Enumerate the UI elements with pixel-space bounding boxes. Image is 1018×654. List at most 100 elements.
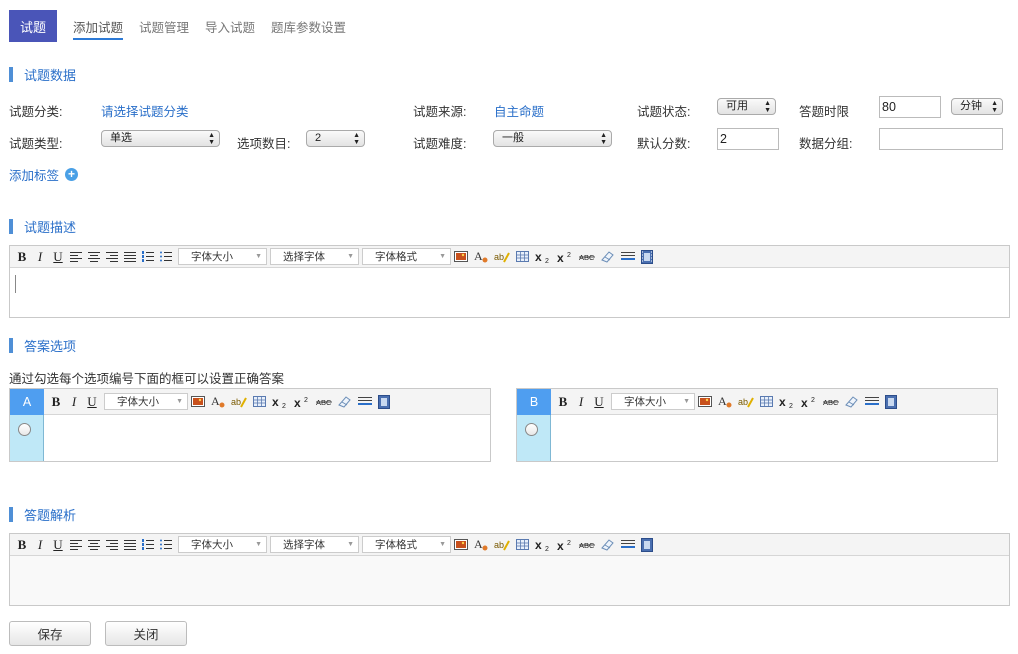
unordered-list-icon[interactable] xyxy=(160,537,172,553)
eraser-icon[interactable] xyxy=(845,394,859,410)
text-color-icon[interactable]: A xyxy=(474,537,488,553)
highlight-icon[interactable]: ab xyxy=(494,249,510,265)
save-button[interactable]: 保存 xyxy=(9,621,91,646)
align-justify-icon[interactable] xyxy=(124,537,136,553)
bold-button[interactable]: B xyxy=(16,249,28,265)
subscript-icon[interactable]: x2 xyxy=(779,394,795,410)
time-limit-input[interactable]: 80 xyxy=(879,96,941,118)
time-unit-select[interactable]: 分钟 ▲ ▼ xyxy=(951,98,1003,115)
insert-media-icon[interactable] xyxy=(641,537,653,553)
superscript-icon[interactable]: x2 xyxy=(557,249,573,265)
italic-button[interactable]: I xyxy=(34,249,46,265)
strikethrough-icon[interactable]: ABC xyxy=(579,537,595,553)
default-score-input[interactable]: 2 xyxy=(717,128,779,150)
eraser-icon[interactable] xyxy=(601,537,615,553)
insert-table-icon[interactable] xyxy=(253,394,266,410)
difficulty-select[interactable]: 一般 ▲ ▼ xyxy=(493,130,612,147)
unordered-list-icon[interactable] xyxy=(160,249,172,265)
subscript-icon[interactable]: x2 xyxy=(535,537,551,553)
nav-bank-settings[interactable]: 题库参数设置 xyxy=(271,17,346,36)
align-right-icon[interactable] xyxy=(106,249,118,265)
align-justify-icon[interactable] xyxy=(124,249,136,265)
insert-table-icon[interactable] xyxy=(516,537,529,553)
insert-table-icon[interactable] xyxy=(516,249,529,265)
horizontal-rule-icon[interactable] xyxy=(865,394,879,410)
data-group-input[interactable] xyxy=(879,128,1003,150)
type-select[interactable]: 单选 ▲ ▼ xyxy=(101,130,220,147)
eraser-icon[interactable] xyxy=(338,394,352,410)
svg-text:2: 2 xyxy=(304,397,308,404)
default-score-label: 默认分数: xyxy=(637,137,691,151)
option-b-text-area[interactable] xyxy=(551,415,997,461)
text-color-icon[interactable]: A xyxy=(718,394,732,410)
font-family-select[interactable]: 选择字体 ▼ xyxy=(270,536,359,553)
insert-image-icon[interactable] xyxy=(454,537,468,553)
superscript-icon[interactable]: x2 xyxy=(557,537,573,553)
horizontal-rule-icon[interactable] xyxy=(358,394,372,410)
option-b-toolbar: B I U 字体大小 ▼ A ab x2 x2 ABC xyxy=(551,389,997,415)
superscript-icon[interactable]: x2 xyxy=(801,394,817,410)
subscript-icon[interactable]: x2 xyxy=(272,394,288,410)
option-a-text-area[interactable] xyxy=(44,415,490,461)
insert-image-icon[interactable] xyxy=(191,394,205,410)
insert-media-icon[interactable] xyxy=(885,394,897,410)
align-right-icon[interactable] xyxy=(106,537,118,553)
highlight-icon[interactable]: ab xyxy=(738,394,754,410)
superscript-icon[interactable]: x2 xyxy=(294,394,310,410)
underline-button[interactable]: U xyxy=(52,537,64,553)
highlight-icon[interactable]: ab xyxy=(494,537,510,553)
italic-button[interactable]: I xyxy=(34,537,46,553)
status-select[interactable]: 可用 ▲ ▼ xyxy=(717,98,776,115)
ordered-list-icon[interactable] xyxy=(142,249,154,265)
insert-image-icon[interactable] xyxy=(698,394,712,410)
font-format-select[interactable]: 字体格式 ▼ xyxy=(362,536,451,553)
eraser-icon[interactable] xyxy=(601,249,615,265)
category-selector[interactable]: 请选择试题分类 xyxy=(101,101,189,120)
option-a-correct-radio[interactable] xyxy=(18,423,31,436)
nav-add-question[interactable]: 添加试题 xyxy=(73,17,124,40)
option-count-select[interactable]: 2 ▲ ▼ xyxy=(306,130,365,147)
underline-button[interactable]: U xyxy=(593,394,605,410)
italic-button[interactable]: I xyxy=(575,394,587,410)
font-size-select[interactable]: 字体大小 ▼ xyxy=(104,393,188,410)
underline-button[interactable]: U xyxy=(86,394,98,410)
nav-question-management[interactable]: 试题管理 xyxy=(139,17,189,36)
text-color-icon[interactable]: A xyxy=(474,249,488,265)
horizontal-rule-icon[interactable] xyxy=(621,537,635,553)
tab-questions[interactable]: 试题 xyxy=(9,10,57,42)
font-family-select[interactable]: 选择字体 ▼ xyxy=(270,248,359,265)
underline-button[interactable]: U xyxy=(52,249,64,265)
align-left-icon[interactable] xyxy=(70,537,82,553)
bold-button[interactable]: B xyxy=(557,394,569,410)
align-center-icon[interactable] xyxy=(88,537,100,553)
insert-image-icon[interactable] xyxy=(454,249,468,265)
add-tag-link[interactable]: 添加标签 + xyxy=(9,165,79,184)
source-selector[interactable]: 自主命题 xyxy=(494,101,544,120)
description-text-area[interactable] xyxy=(10,268,1009,317)
subscript-icon[interactable]: x2 xyxy=(535,249,551,265)
insert-table-icon[interactable] xyxy=(760,394,773,410)
font-size-select[interactable]: 字体大小 ▼ xyxy=(178,536,267,553)
horizontal-rule-icon[interactable] xyxy=(621,249,635,265)
bold-button[interactable]: B xyxy=(50,394,62,410)
strikethrough-icon[interactable]: ABC xyxy=(316,394,332,410)
ordered-list-icon[interactable] xyxy=(142,537,154,553)
font-size-select[interactable]: 字体大小 ▼ xyxy=(178,248,267,265)
highlight-icon[interactable]: ab xyxy=(231,394,247,410)
strikethrough-icon[interactable]: ABC xyxy=(823,394,839,410)
strikethrough-icon[interactable]: ABC xyxy=(579,249,595,265)
font-format-select[interactable]: 字体格式 ▼ xyxy=(362,248,451,265)
font-size-select[interactable]: 字体大小 ▼ xyxy=(611,393,695,410)
font-size-select-value: 字体大小 xyxy=(117,396,159,408)
text-color-icon[interactable]: A xyxy=(211,394,225,410)
align-left-icon[interactable] xyxy=(70,249,82,265)
analysis-text-area[interactable] xyxy=(10,556,1009,605)
bold-button[interactable]: B xyxy=(16,537,28,553)
option-b-correct-radio[interactable] xyxy=(525,423,538,436)
insert-media-icon[interactable] xyxy=(641,249,653,265)
insert-media-icon[interactable] xyxy=(378,394,390,410)
nav-import-questions[interactable]: 导入试题 xyxy=(205,17,255,36)
close-button[interactable]: 关闭 xyxy=(105,621,187,646)
align-center-icon[interactable] xyxy=(88,249,100,265)
italic-button[interactable]: I xyxy=(68,394,80,410)
